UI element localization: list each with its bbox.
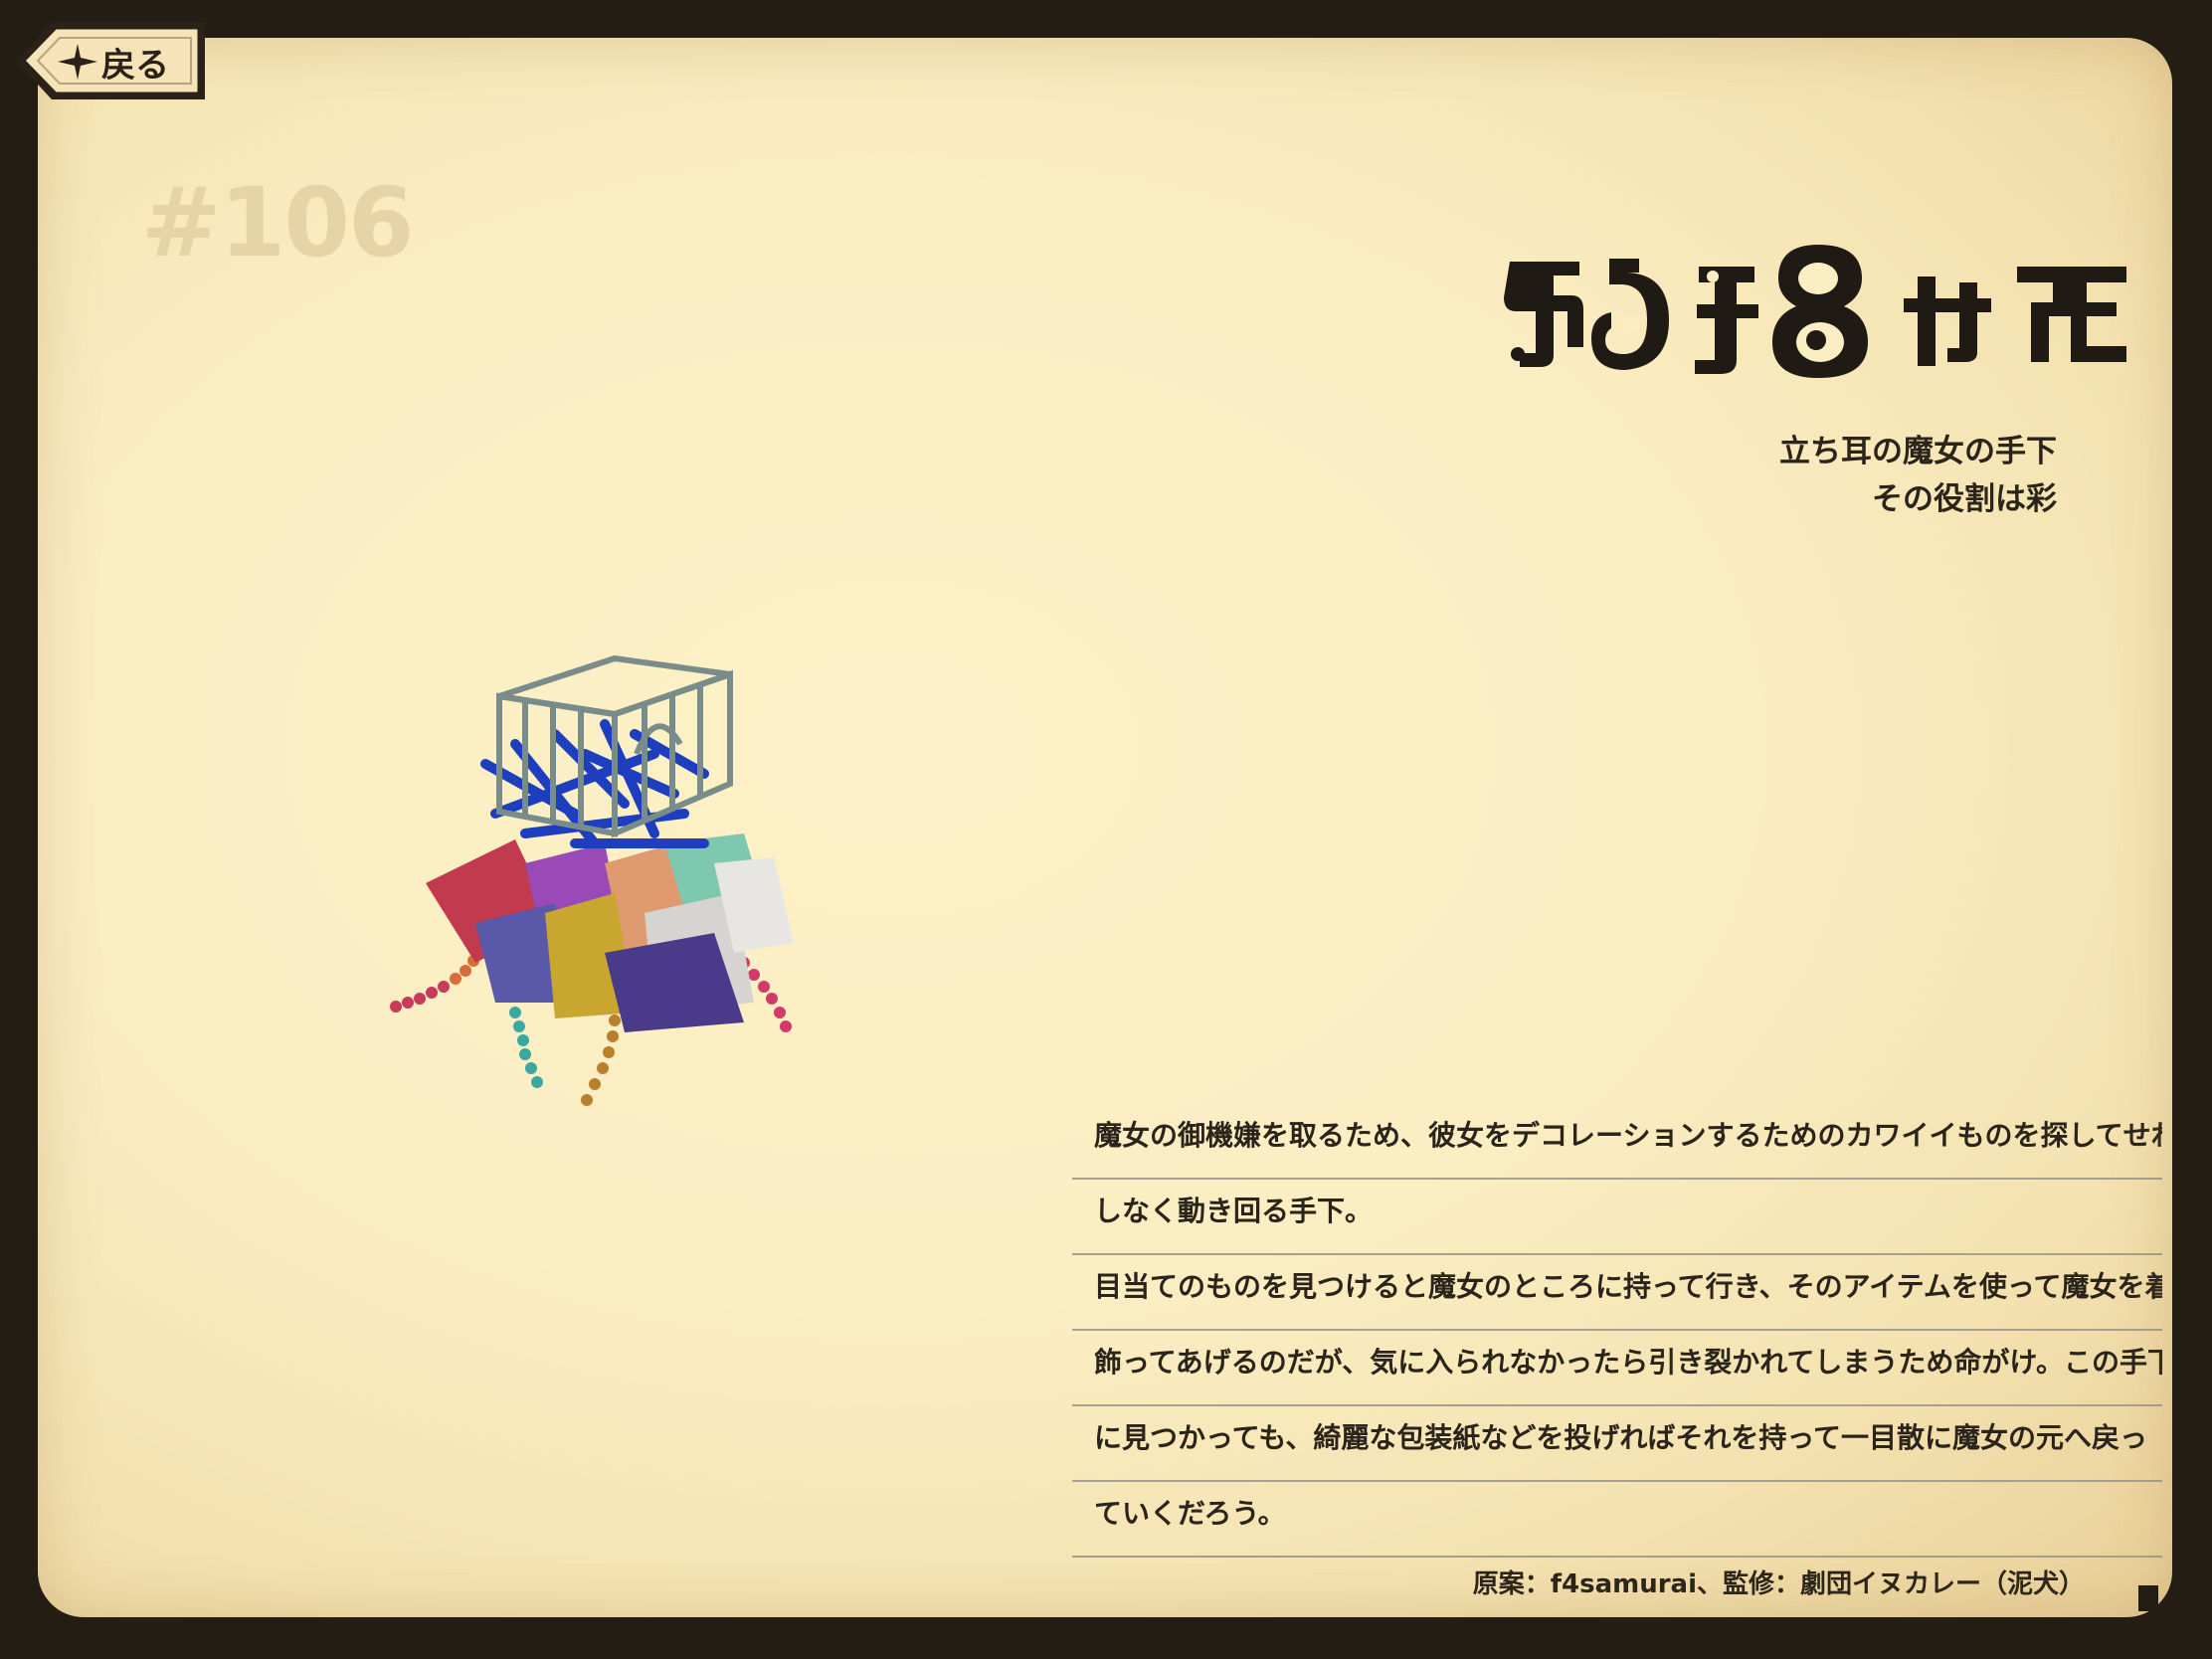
description-line: に見つかっても、綺麗な包装紙などを投げればそれを持って一目散に魔女の元へ戻っ xyxy=(1072,1406,2162,1482)
wrapping-papers xyxy=(426,833,794,1032)
runic-title-graphic xyxy=(1504,245,2126,378)
description-line: 飾ってあげるのだが、気に入られなかったら引き裂かれてしまうため命がけ。この手下 xyxy=(1072,1331,2162,1406)
back-button[interactable]: 戻る xyxy=(12,16,209,105)
sparkle-icon xyxy=(58,44,97,80)
credit-text: 原案：f4samurai、監修：劇団イヌカレー（泥犬） xyxy=(1472,1569,2085,1599)
subtitle-line-2: その役割は彩 xyxy=(1872,481,2057,517)
frame-corner xyxy=(2138,1585,2158,1611)
bestiary-page: #106 立ち耳の魔女の手下 その役割は彩 魔女の御機嫌を取るため、彼女をデコレ… xyxy=(38,38,2172,1617)
subtitle: 立ち耳の魔女の手下 その役割は彩 xyxy=(1779,428,2057,523)
description-line: 目当てのものを見つけると魔女のところに持って行き、そのアイテムを使って魔女を着 xyxy=(1072,1255,2162,1331)
subtitle-line-1: 立ち耳の魔女の手下 xyxy=(1779,434,2057,469)
entry-number: #106 xyxy=(141,167,415,278)
description-line: 魔女の御機嫌を取るため、彼女をデコレーションするためのカワイイものを探してせわ xyxy=(1072,1104,2162,1180)
creature-illustration xyxy=(390,654,794,1106)
description-line: ていくだろう。 xyxy=(1072,1482,2162,1558)
description-line: しなく動き回る手下。 xyxy=(1072,1180,2162,1255)
description: 魔女の御機嫌を取るため、彼女をデコレーションするためのカワイイものを探してせわ … xyxy=(1072,1104,2162,1558)
cage xyxy=(496,654,733,838)
back-button-label: 戻る xyxy=(101,46,169,86)
